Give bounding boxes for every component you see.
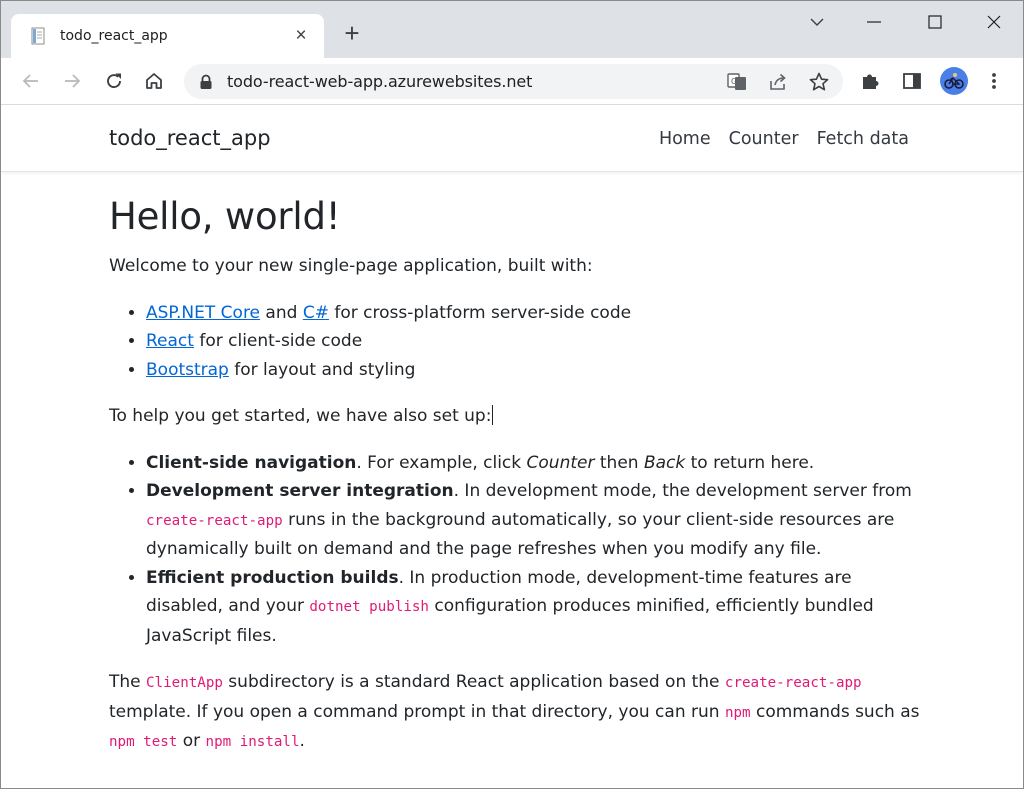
feature-text: . For example, click	[356, 452, 527, 473]
react-link[interactable]: React	[146, 331, 194, 351]
browser-tab-active[interactable]: todo_react_app ×	[11, 14, 324, 58]
feature-text: . In development mode, the development s…	[453, 481, 912, 501]
list-item: Efficient production builds. In producti…	[146, 564, 929, 651]
list-item: Client-side navigation. For example, cli…	[146, 449, 929, 478]
closing-paragraph: The ClientApp subdirectory is a standard…	[109, 668, 929, 757]
feature-emphasis: Back	[643, 452, 686, 473]
features-list: Client-side navigation. For example, cli…	[146, 449, 929, 651]
closing-text: subdirectory is a standard React applica…	[222, 672, 725, 692]
list-item: React for client-side code	[146, 327, 929, 356]
nav-links: Home Counter Fetch data	[659, 129, 909, 149]
feature-title: Client-side navigation	[146, 452, 357, 473]
profile-avatar[interactable]	[940, 67, 968, 95]
feature-emphasis: Counter	[526, 452, 595, 473]
intro-text: Welcome to your new single-page applicat…	[109, 256, 593, 276]
feature-text: to return here.	[685, 452, 815, 473]
nav-link-home[interactable]: Home	[659, 129, 711, 149]
page-heading: Hello, world!	[109, 195, 341, 238]
tab-strip: todo_react_app × +	[1, 1, 1023, 58]
built-with-list: ASP.NET Core and C# for cross-platform s…	[146, 299, 929, 385]
extensions-puzzle-icon[interactable]	[859, 70, 881, 92]
bookmark-star-icon[interactable]	[808, 71, 830, 93]
maximize-icon[interactable]	[922, 9, 948, 35]
closing-text: The	[109, 672, 147, 692]
nav-link-counter[interactable]: Counter	[729, 129, 799, 149]
web-page: todo_react_app Home Counter Fetch data H…	[1, 105, 1023, 788]
csharp-link[interactable]: C#	[303, 303, 329, 323]
reload-icon[interactable]	[102, 69, 126, 93]
close-tab-icon[interactable]: ×	[291, 26, 311, 46]
browser-window: todo_react_app × + todo-react-web-app.az…	[0, 0, 1024, 789]
list-item-text: for cross-platform server-side code	[328, 302, 632, 323]
new-tab-icon[interactable]: +	[339, 20, 365, 47]
setup-intro-text: To help you get started, we have also se…	[109, 402, 929, 431]
setup-intro-label: To help you get started, we have also se…	[109, 406, 492, 426]
list-item: Bootstrap for layout and styling	[146, 356, 929, 385]
list-item-text: for client-side code	[193, 331, 363, 351]
inline-code: dotnet publish	[309, 599, 429, 615]
address-bar[interactable]: todo-react-web-app.azurewebsites.net G	[184, 64, 843, 99]
closing-text: template. If you open a command prompt i…	[109, 701, 725, 722]
more-menu-icon[interactable]	[986, 70, 1002, 92]
feature-title: Efficient production builds	[146, 567, 399, 588]
share-icon[interactable]	[767, 71, 789, 93]
navbar-brand[interactable]: todo_react_app	[109, 126, 271, 150]
document-favicon-icon	[31, 27, 45, 45]
bootstrap-link[interactable]: Bootstrap	[146, 360, 229, 380]
feature-text: then	[594, 452, 644, 473]
main-content: Hello, world! Welcome to your new single…	[109, 195, 929, 775]
list-item-text: for layout and styling	[228, 359, 416, 380]
list-item: Development server integration. In devel…	[146, 477, 929, 564]
closing-text: .	[299, 731, 305, 751]
back-arrow-icon[interactable]	[19, 69, 43, 93]
app-navbar: todo_react_app Home Counter Fetch data	[1, 105, 1023, 172]
inline-code: npm test	[109, 734, 178, 750]
browser-toolbar: todo-react-web-app.azurewebsites.net G	[1, 58, 1023, 105]
translate-icon[interactable]: G	[726, 71, 748, 93]
text-cursor	[492, 405, 494, 425]
closing-text: commands such as	[750, 701, 920, 722]
tab-title: todo_react_app	[60, 28, 168, 44]
svg-text:G: G	[731, 77, 737, 86]
home-icon[interactable]	[142, 69, 166, 93]
close-window-icon[interactable]	[981, 9, 1007, 35]
aspnet-core-link[interactable]: ASP.NET Core	[146, 303, 260, 323]
inline-code: npm	[724, 704, 751, 721]
inline-code: ClientApp	[146, 675, 223, 691]
list-item: ASP.NET Core and C# for cross-platform s…	[146, 299, 929, 328]
feature-title: Development server integration	[146, 481, 454, 501]
inline-code: create-react-app	[724, 675, 862, 691]
inline-code: npm install	[205, 734, 300, 750]
side-panel-icon[interactable]	[901, 70, 923, 92]
forward-arrow-icon[interactable]	[60, 69, 84, 93]
closing-text: or	[177, 731, 206, 751]
nav-link-fetch-data[interactable]: Fetch data	[817, 129, 909, 149]
minimize-icon[interactable]	[861, 9, 887, 35]
lock-icon[interactable]	[199, 74, 213, 90]
url-text[interactable]: todo-react-web-app.azurewebsites.net	[227, 72, 532, 91]
inline-code: create-react-app	[146, 512, 283, 529]
list-item-joiner: and	[260, 302, 303, 323]
profile-bike-icon	[944, 73, 964, 89]
tab-search-chevron-icon[interactable]	[804, 9, 830, 35]
